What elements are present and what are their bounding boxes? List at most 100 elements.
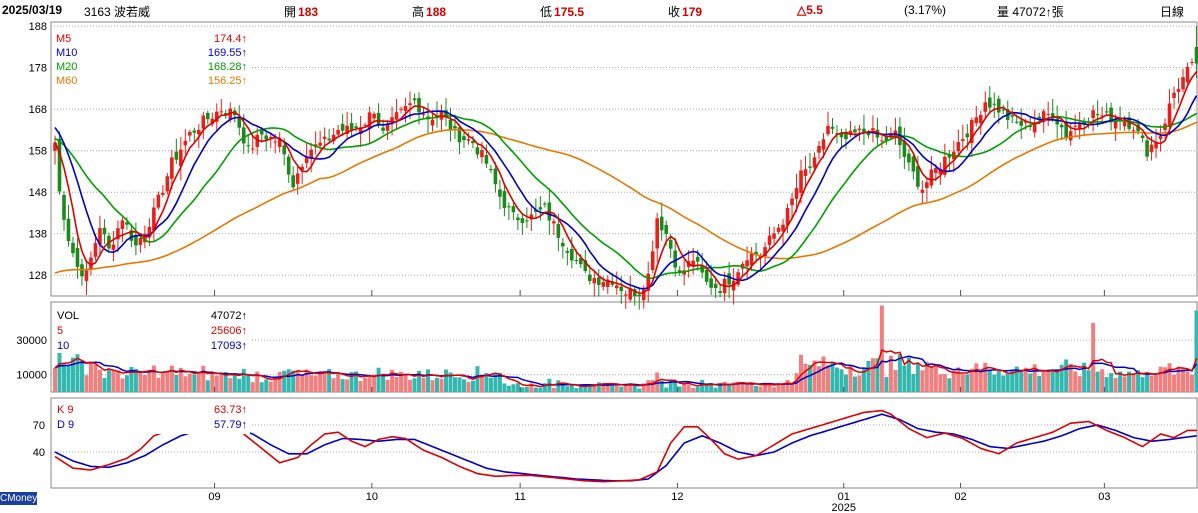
volume-bar	[852, 376, 857, 392]
candle-body	[430, 119, 435, 126]
volume-bar	[893, 369, 898, 392]
volume-bar	[363, 378, 368, 392]
candle-body	[830, 126, 835, 129]
volume-bar	[722, 381, 727, 392]
candle-body	[916, 166, 920, 187]
candle-body	[192, 130, 197, 133]
candle-body	[866, 132, 871, 136]
volume-bar	[1181, 368, 1186, 392]
candle-body	[286, 156, 291, 175]
candle-body	[295, 173, 300, 184]
volume-bar	[93, 364, 98, 392]
volume-bar	[664, 387, 669, 392]
volume-bar	[983, 362, 988, 392]
candle-body	[619, 286, 624, 292]
volume-bar	[713, 387, 718, 392]
candle-body	[821, 139, 826, 150]
candle-body	[1149, 144, 1154, 153]
volume-bar	[1172, 374, 1177, 392]
candle-body	[403, 106, 408, 112]
volume-bar	[569, 385, 574, 392]
kd-legend-name: K 9	[57, 404, 74, 416]
ma-legend-name: M60	[56, 75, 77, 87]
candle-body	[201, 115, 206, 129]
volume-bar	[273, 378, 278, 392]
candle-body	[241, 127, 246, 144]
candle-body	[66, 218, 71, 242]
candle-body	[552, 221, 556, 224]
candle-body	[790, 198, 794, 206]
volume-bar	[88, 363, 93, 392]
volume-bar	[551, 387, 556, 392]
volume-bar	[84, 375, 89, 392]
volume-bar	[578, 386, 583, 392]
month-label: 02	[954, 491, 966, 503]
candle-body	[1131, 130, 1136, 132]
volume-bar	[538, 387, 543, 392]
volume-bar	[201, 365, 206, 392]
candle-body	[799, 170, 803, 193]
candle-body	[1037, 116, 1042, 119]
volume-bar	[556, 380, 561, 392]
kd-legend-value: 57.79↑	[214, 419, 247, 431]
candle-body	[480, 150, 484, 158]
volume-bar	[412, 378, 417, 392]
volume-bar	[196, 371, 201, 392]
volume-bar	[614, 385, 619, 392]
volume-legend-name: 5	[57, 325, 63, 337]
volume-bar	[111, 369, 116, 392]
candle-body	[259, 130, 264, 135]
candle-body	[623, 294, 628, 296]
candle-body	[102, 227, 107, 235]
volume-bar	[488, 377, 493, 392]
volume-bar	[848, 365, 853, 392]
candle-body	[174, 151, 179, 160]
candle-body	[713, 283, 718, 289]
volume-bar	[1077, 376, 1082, 392]
volume-bar	[102, 377, 107, 392]
candle-body	[291, 175, 295, 188]
volume-bar	[169, 365, 174, 392]
candle-body	[570, 248, 574, 261]
candle-body	[794, 188, 799, 199]
volume-bar	[960, 374, 965, 392]
volume-bar	[210, 372, 215, 392]
volume-bar	[1185, 371, 1190, 392]
volume-tick-label: 10000	[16, 370, 47, 382]
volume-bar	[1091, 322, 1096, 392]
volume-bar	[1167, 363, 1172, 392]
volume-bar	[879, 305, 884, 392]
volume-bar	[439, 378, 444, 392]
ma60-line	[54, 121, 1197, 274]
candle-body	[992, 103, 997, 105]
volume-bar	[79, 361, 84, 392]
month-label: 09	[208, 491, 220, 503]
volume-bar	[565, 386, 570, 392]
volume-bar	[646, 380, 651, 392]
volume-bar	[704, 384, 709, 392]
volume-bar	[142, 375, 147, 392]
volume-bar	[70, 357, 75, 392]
candle-body	[417, 98, 421, 113]
candle-body	[1019, 120, 1024, 126]
candle-body	[664, 224, 668, 235]
candle-body	[561, 242, 565, 247]
candle-body	[772, 233, 776, 239]
candle-body	[399, 108, 403, 110]
volume-bar	[677, 386, 682, 392]
volume-bar	[974, 363, 979, 392]
candle-body	[1172, 92, 1176, 98]
volume-bar	[870, 358, 875, 392]
month-label: 12	[671, 491, 683, 503]
volume-bar	[740, 383, 745, 392]
candle-body	[394, 112, 399, 120]
volume-bar	[857, 375, 862, 392]
candle-body	[655, 218, 660, 249]
volume-bar	[318, 372, 323, 392]
candle-body	[448, 119, 453, 131]
candle-body	[1145, 140, 1149, 157]
volume-bar	[1131, 373, 1136, 392]
volume-bar	[749, 384, 754, 392]
volume-bar	[385, 379, 390, 392]
ma-legend-value: 168.28↑	[208, 61, 247, 73]
